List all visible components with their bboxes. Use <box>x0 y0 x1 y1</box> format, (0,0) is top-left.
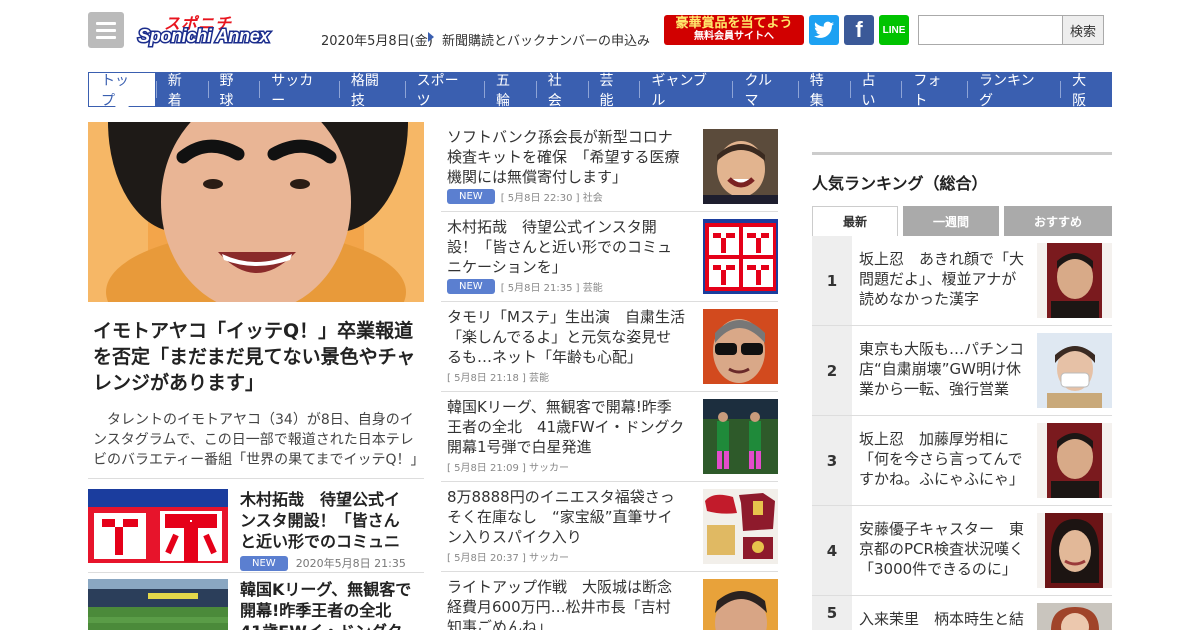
rank-headline: 東京も大阪も…パチンコ店“自粛崩壊”GW明け休業から一転、強行営業 <box>859 340 1025 398</box>
ranking-top-rule <box>812 152 1112 155</box>
lucky-bag-thumbnail <box>703 489 778 564</box>
article-headline: 韓国Kリーグ、無観客で開幕!昨季王者の全北 41歳FWイ・ドングク開幕1号弾で白… <box>447 398 685 456</box>
ranking-item[interactable]: 4 安藤優子キャスター 東京都のPCR検査状況嘆く「3000件できるのに」 <box>812 506 1112 596</box>
list-item[interactable]: ソフトバンク孫会長が新型コロナ検査キットを確保 「希望する医療機関には無償寄付し… <box>441 122 778 212</box>
sakagami-photo-thumbnail <box>1037 423 1112 498</box>
divider <box>88 478 424 479</box>
nav-features[interactable]: 特集 <box>797 72 850 109</box>
promo-line-2: 無料会員サイトへ <box>694 31 774 42</box>
nav-soccer[interactable]: サッカー <box>259 72 339 109</box>
subscribe-link[interactable]: 新聞購読とバックナンバーの申込み <box>442 30 650 49</box>
new-badge: NEW <box>447 189 495 204</box>
koike-photo-thumbnail <box>1037 333 1112 408</box>
list-item[interactable]: タモリ「Mステ」生出演 自粛生活「楽しんでるよ」と元気な姿見せるも…ネット「年齢… <box>441 302 778 392</box>
article-meta: [ 5月8日 21:18 ] 芸能 <box>447 373 550 384</box>
nav-photo[interactable]: フォト <box>901 72 967 109</box>
promo-banner[interactable]: 豪華賞品を当てよう 無料会員サイトへ <box>664 15 804 45</box>
tamori-photo-thumbnail <box>703 309 778 384</box>
new-badge: NEW <box>240 555 288 571</box>
nav-osaka[interactable]: 大阪 <box>1060 72 1112 109</box>
nav-sports[interactable]: スポーツ <box>404 72 484 109</box>
nav-fighting[interactable]: 格闘技 <box>338 72 405 109</box>
mini-date: 2020年5月8日 21:35 <box>295 557 406 570</box>
hero-image[interactable] <box>88 122 424 302</box>
divider <box>88 572 424 573</box>
list-item[interactable]: 木村拓哉 待望公式インスタ開設！「皆さんと近い形でのコミュニケーションを」 NE… <box>88 489 424 571</box>
nav-cars[interactable]: クルマ <box>732 72 797 109</box>
rank-headline: 坂上忍 あきれ顔で「大問題だよ」、榎並アナが読めなかった漢字 <box>859 250 1025 308</box>
nav-entertainment[interactable]: 芸能 <box>587 72 640 109</box>
mini-headline: 木村拓哉 待望公式インスタ開設！「皆さんと近い形でのコミュニケーションを」 <box>240 490 401 551</box>
mini-headline: 韓国Kリーグ、無観客で開幕!昨季王者の全北 41歳FWイ・ドングク開幕1号弾で白… <box>240 580 412 630</box>
rank-headline: 坂上忍 加藤厚労相に「何を今さら言ってんですかね。ふにゃふにゃ」 <box>859 430 1025 488</box>
search-button[interactable]: 検索 <box>1062 15 1104 45</box>
ranking-item[interactable]: 2 東京も大阪も…パチンコ店“自粛崩壊”GW明け休業から一転、強行営業 <box>812 326 1112 416</box>
sponichi-logo[interactable]: スポニチ Sponichi Annex <box>136 12 308 48</box>
article-headline: 木村拓哉 待望公式インスタ開設！「皆さんと近い形でのコミュニケーションを」 <box>447 218 673 276</box>
hero-summary: タレントのイモトアヤコ（34）が8日、自身のインスタグラムで、この日一部で報道さ… <box>93 412 425 468</box>
nav-top[interactable]: トップ <box>88 72 156 109</box>
kimura-banner-thumbnail <box>88 489 228 563</box>
rank-number: 3 <box>812 416 852 505</box>
rank-number: 1 <box>812 236 852 325</box>
ranking-tab-week[interactable]: 一週間 <box>903 206 999 236</box>
current-date: 2020年5月8日(金) <box>321 34 433 49</box>
rank-number: 2 <box>812 326 852 415</box>
article-meta: [ 5月8日 21:09 ] サッカー <box>447 463 570 474</box>
logo-main-text: Sponichi Annex <box>136 25 270 48</box>
nav-olympics[interactable]: 五輪 <box>483 72 536 109</box>
nav-fortune[interactable]: 占い <box>849 72 902 109</box>
article-meta: [ 5月8日 20:37 ] サッカー <box>447 553 570 564</box>
list-item[interactable]: 木村拓哉 待望公式インスタ開設！「皆さんと近い形でのコミュニケーションを」 NE… <box>441 212 778 302</box>
irie-photo-thumbnail <box>1037 603 1112 630</box>
article-headline: ソフトバンク孫会長が新型コロナ検査キットを確保 「希望する医療機関には無償寄付し… <box>447 128 680 186</box>
search-input[interactable] <box>918 15 1063 45</box>
ranking-heading: 人気ランキング（総合） <box>812 174 988 193</box>
hero-headline[interactable]: イモトアヤコ「イッテQ！」卒業報道を否定「まだまだ見てない景色やチャレンジがあり… <box>93 318 423 396</box>
article-headline: ライトアップ作戦 大阪城は断念 経費月600万円…松井市長「吉村知事ごめんね」 <box>447 578 685 630</box>
sakagami-photo-thumbnail <box>1037 243 1112 318</box>
article-headline: 8万8888円のイニエスタ福袋さっそく在庫なし “家宝級”直筆サイン入りスパイク… <box>447 488 675 546</box>
rank-number: 4 <box>812 506 852 595</box>
ranking-tab-latest[interactable]: 最新 <box>812 206 898 236</box>
son-photo-thumbnail <box>703 129 778 204</box>
matsui-photo-thumbnail <box>703 579 778 630</box>
list-item[interactable]: 韓国Kリーグ、無観客で開幕!昨季王者の全北 41歳FWイ・ドングク開幕1号弾で白… <box>441 392 778 482</box>
promo-line-1: 豪華賞品を当てよう <box>675 16 793 31</box>
list-item[interactable]: 韓国Kリーグ、無観客で開幕!昨季王者の全北 41歳FWイ・ドングク開幕1号弾で白… <box>88 579 424 630</box>
kimura-banner-thumbnail <box>703 219 778 294</box>
ranking-item[interactable]: 5 入来茉里 柄本時生と結婚 <box>812 596 1112 630</box>
soccer-players-thumbnail <box>703 399 778 474</box>
ranking-item[interactable]: 3 坂上忍 加藤厚労相に「何を今さら言ってんですかね。ふにゃふにゃ」 <box>812 416 1112 506</box>
ranking-tab-recommend[interactable]: おすすめ <box>1004 206 1112 236</box>
category-nav: トップ 新着 野球 サッカー 格闘技 スポーツ 五輪 社会 芸能 ギャンブル ク… <box>88 72 1112 109</box>
list-item[interactable]: 8万8888円のイニエスタ福袋さっそく在庫なし “家宝級”直筆サイン入りスパイク… <box>441 482 778 572</box>
facebook-icon[interactable]: f <box>844 15 874 45</box>
nav-baseball[interactable]: 野球 <box>207 72 260 109</box>
article-headline: タモリ「Mステ」生出演 自粛生活「楽しんでるよ」と元気な姿見せるも…ネット「年齢… <box>447 308 685 366</box>
nav-gamble[interactable]: ギャンブル <box>639 72 732 109</box>
article-meta: [ 5月8日 22:30 ] 社会 <box>500 193 603 204</box>
new-badge: NEW <box>447 279 495 294</box>
hamburger-menu-icon[interactable] <box>88 12 124 48</box>
nav-new[interactable]: 新着 <box>155 72 208 109</box>
stadium-thumbnail <box>88 579 228 630</box>
rank-number: 5 <box>812 596 852 630</box>
nav-society[interactable]: 社会 <box>535 72 588 109</box>
list-item[interactable]: ライトアップ作戦 大阪城は断念 経費月600万円…松井市長「吉村知事ごめんね」 <box>441 572 778 630</box>
ando-photo-thumbnail <box>1037 513 1112 588</box>
rank-headline: 安藤優子キャスター 東京都のPCR検査状況嘆く「3000件できるのに」 <box>859 520 1025 578</box>
arrow-right-icon <box>428 32 434 42</box>
nav-ranking[interactable]: ランキング <box>967 72 1060 109</box>
ranking-item[interactable]: 1 坂上忍 あきれ顔で「大問題だよ」、榎並アナが読めなかった漢字 <box>812 236 1112 326</box>
line-icon[interactable]: LINE <box>879 15 909 45</box>
rank-headline: 入来茉里 柄本時生と結婚 <box>859 610 1025 628</box>
twitter-icon[interactable] <box>809 15 839 45</box>
article-meta: [ 5月8日 21:35 ] 芸能 <box>500 283 603 294</box>
